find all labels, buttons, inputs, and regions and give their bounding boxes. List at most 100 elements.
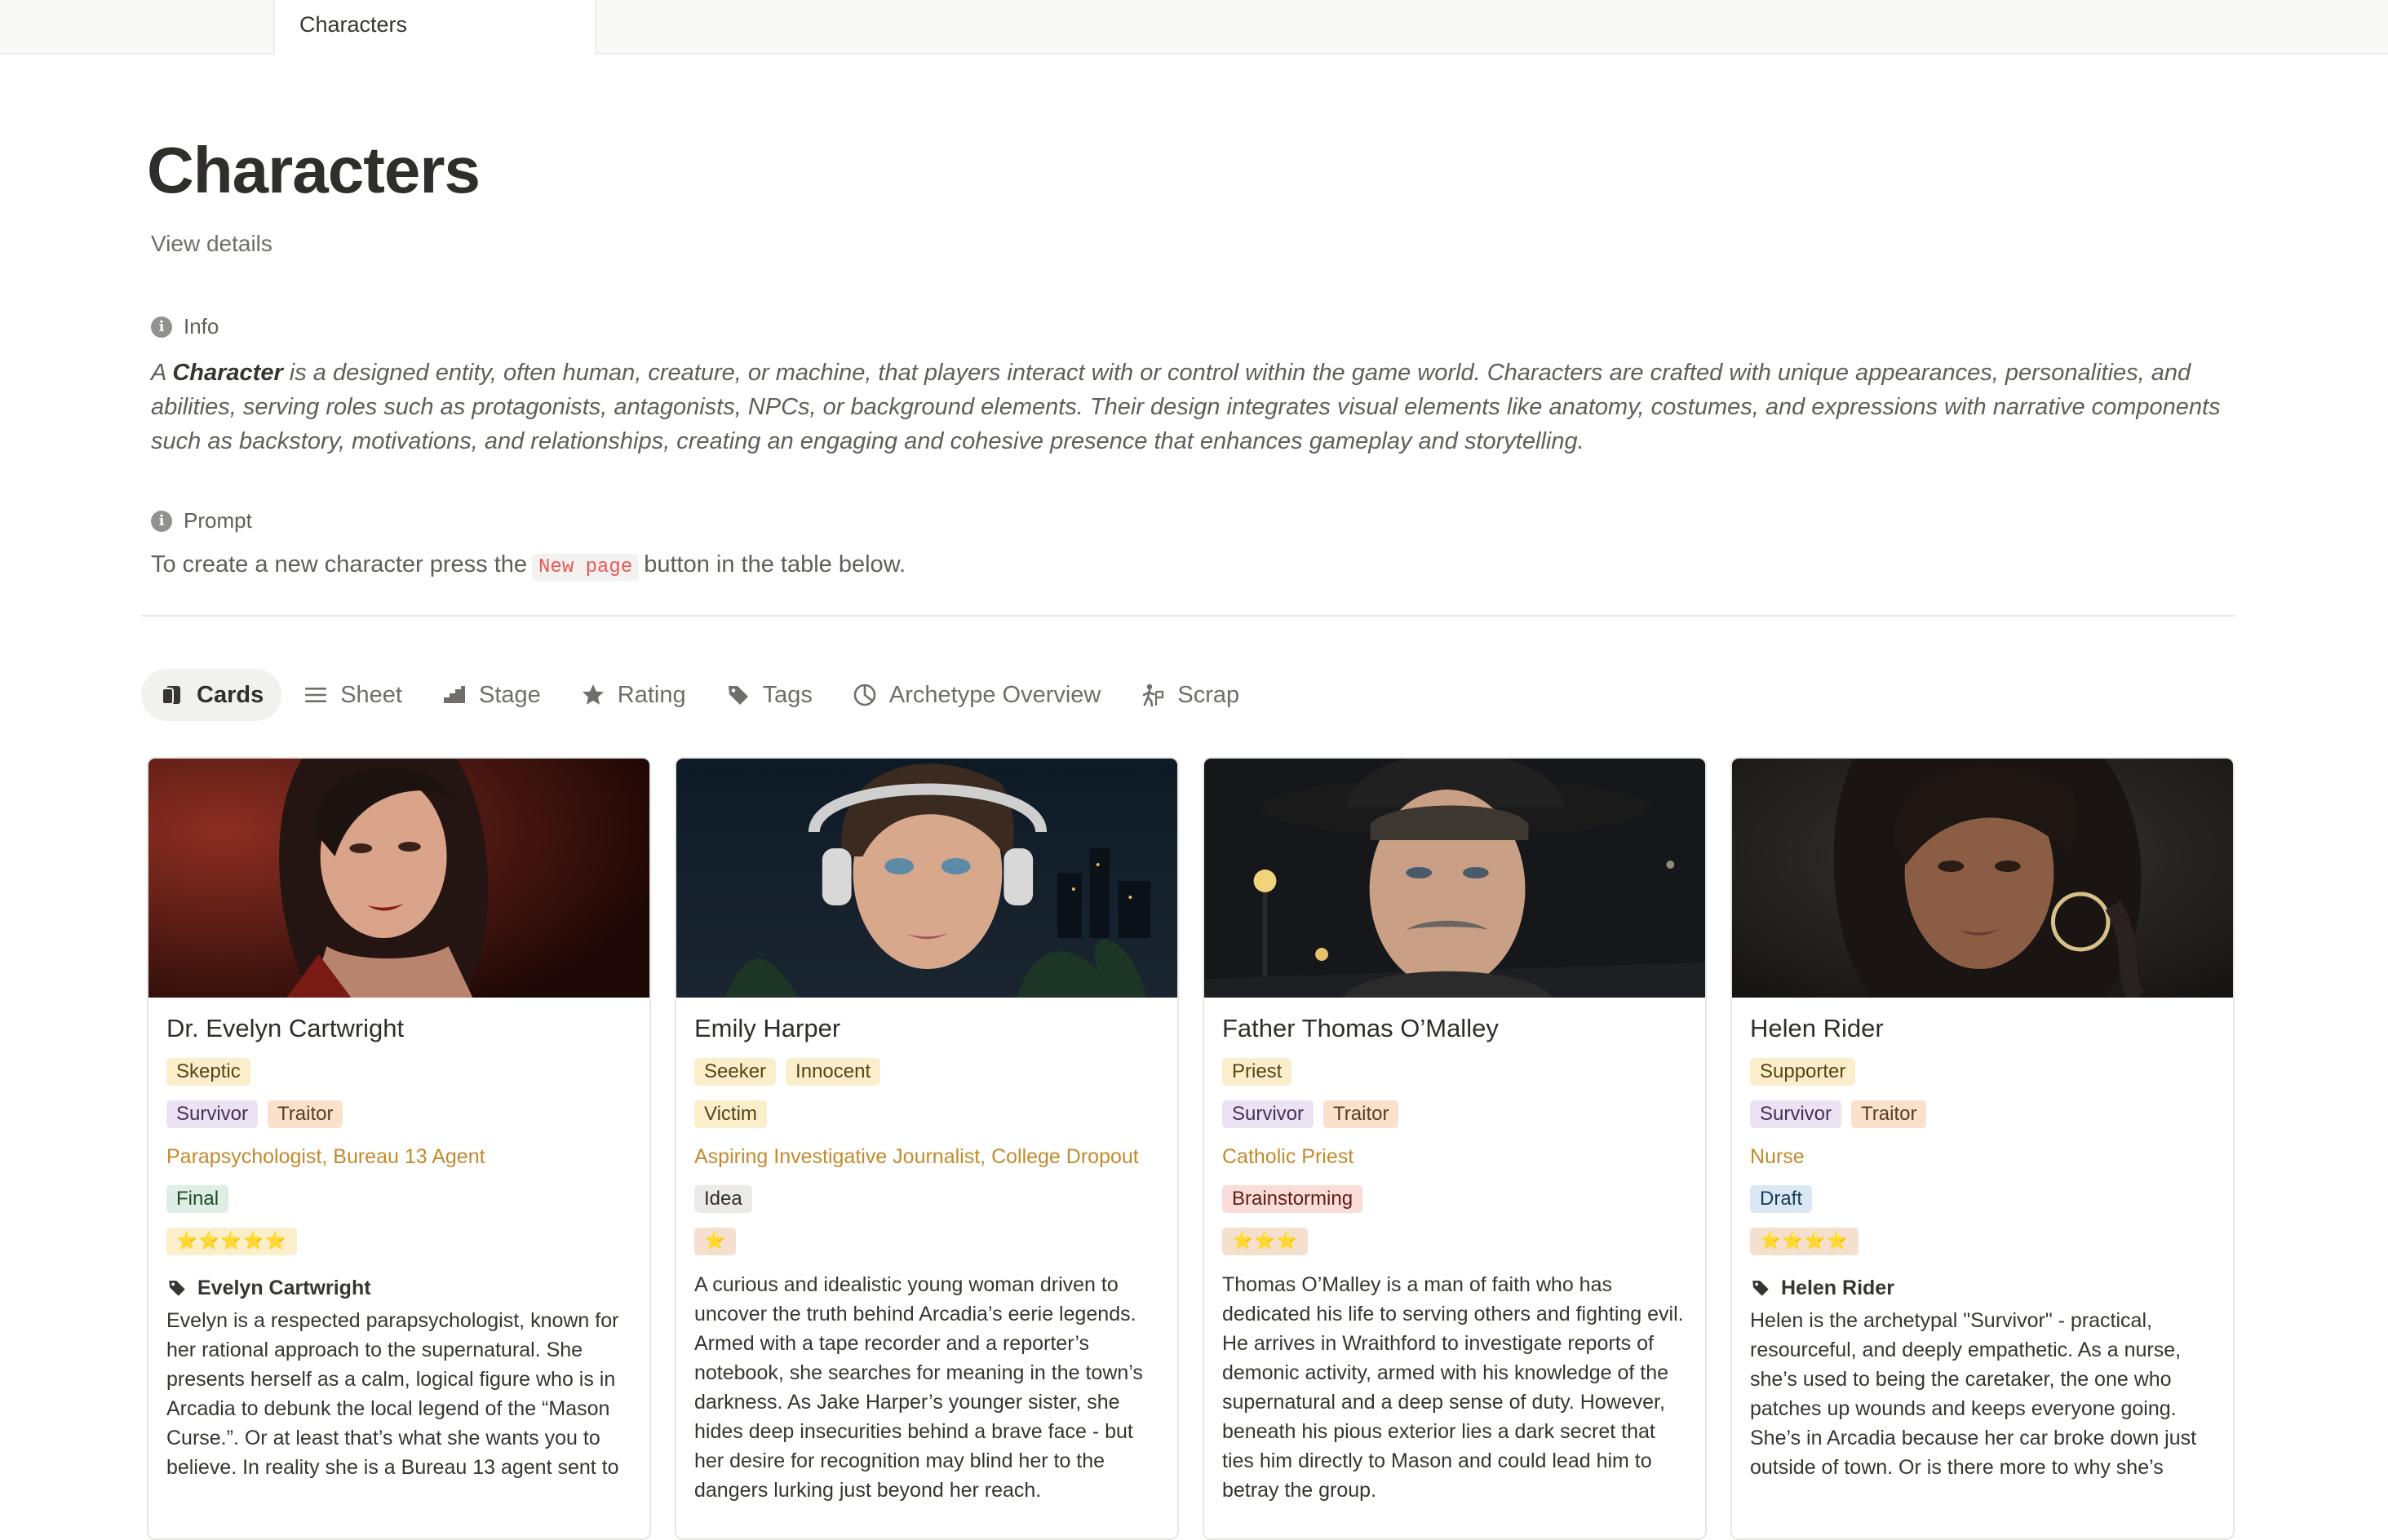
info-description: A Character is a designed entity, often … <box>151 356 2240 458</box>
view-tab-rating[interactable]: Rating <box>562 669 704 721</box>
rating-tag: ⭐⭐⭐ <box>1222 1228 1309 1255</box>
view-tab-label: Cards <box>197 681 264 708</box>
divider <box>141 615 2236 617</box>
status-row: Final <box>166 1185 635 1228</box>
card-title[interactable]: Emily Harper <box>694 1014 1163 1058</box>
role-tag: Survivor <box>1750 1100 1842 1128</box>
archetype-tag: Innocent <box>786 1058 881 1086</box>
archetype-tag: Skeptic <box>166 1058 250 1086</box>
occupation: Nurse <box>1750 1145 1805 1168</box>
prompt-label: i Prompt <box>151 508 252 533</box>
star-icon <box>582 684 604 705</box>
occupation: Parapsychologist, Bureau 13 Agent <box>166 1145 485 1168</box>
figure-icon <box>1143 684 1164 707</box>
view-tabs: Cards Sheet Stage Rating Tags Archetype … <box>141 669 1260 721</box>
view-tab-stage[interactable]: Stage <box>423 669 559 721</box>
info-body: is a designed entity, often human, creat… <box>151 360 2221 454</box>
card-description: Helen is the archetypal "Survivor" - pra… <box>1750 1309 2197 1479</box>
rating-tag: ⭐⭐⭐⭐ <box>1750 1228 1859 1255</box>
archetype-tag: Supporter <box>1750 1058 1856 1086</box>
rating-tag: ⭐⭐⭐⭐⭐ <box>166 1228 297 1255</box>
archetype-tags: Seeker Innocent <box>694 1058 1163 1100</box>
view-tab-cards[interactable]: Cards <box>141 669 282 721</box>
role-tag: Traitor <box>1323 1100 1399 1128</box>
card-body: Emily Harper Seeker Innocent Victim Aspi… <box>694 1014 1163 1505</box>
role-tags: Victim <box>694 1100 1163 1143</box>
info-term: Character <box>172 360 283 386</box>
character-card[interactable]: Dr. Evelyn Cartwright Skeptic Survivor T… <box>147 757 651 1540</box>
rating-row: ⭐ <box>694 1228 1163 1270</box>
relation-label: Evelyn Cartwright <box>197 1276 371 1299</box>
role-tag: Traitor <box>268 1100 343 1128</box>
card-gallery: Dr. Evelyn Cartwright Skeptic Survivor T… <box>147 757 2235 1540</box>
role-tag: Survivor <box>166 1100 259 1128</box>
cards-icon <box>162 686 180 705</box>
prompt-before: To create a new character press the <box>151 551 528 578</box>
view-details-link[interactable]: View details <box>151 231 272 257</box>
view-tab-scrap[interactable]: Scrap <box>1122 669 1257 721</box>
status-row: Brainstorming <box>1222 1185 1690 1228</box>
page-title: Characters <box>147 134 481 206</box>
cover-image <box>676 759 1177 998</box>
pie-chart-icon <box>853 684 876 706</box>
list-icon <box>305 688 327 702</box>
view-tab-label: Stage <box>479 681 541 708</box>
info-icon: i <box>151 510 172 532</box>
info-icon: i <box>151 316 172 338</box>
rating-row: ⭐⭐⭐⭐⭐ <box>166 1228 635 1270</box>
cover-image <box>148 759 649 998</box>
relation-label: Helen Rider <box>1781 1276 1894 1299</box>
prompt-text: To create a new character press the New p… <box>151 551 906 581</box>
rating-tag: ⭐ <box>694 1228 737 1255</box>
view-tab-archetype-overview[interactable]: Archetype Overview <box>834 669 1119 721</box>
card-description: Evelyn is a respected parapsychologist, … <box>166 1309 619 1479</box>
occupation: Catholic Priest <box>1222 1145 1354 1168</box>
role-tags: Survivor Traitor <box>1750 1100 2218 1143</box>
tag-icon <box>1752 1281 1769 1296</box>
archetype-tag: Priest <box>1222 1058 1292 1086</box>
relation-row[interactable]: Helen Rider <box>1750 1270 2218 1306</box>
role-tags: Survivor Traitor <box>1222 1100 1690 1143</box>
status-tag: Draft <box>1750 1185 1813 1213</box>
top-tab-bar: Characters <box>0 0 2388 55</box>
role-tag: Survivor <box>1222 1100 1314 1128</box>
status-tag: Final <box>166 1185 229 1213</box>
info-label: i Info <box>151 314 219 339</box>
view-tab-tags[interactable]: Tags <box>707 669 831 721</box>
view-tab-sheet[interactable]: Sheet <box>285 669 420 721</box>
cover-image <box>1732 759 2233 998</box>
tag-icon <box>169 1281 185 1296</box>
card-title[interactable]: Father Thomas O’Malley <box>1222 1014 1690 1058</box>
status-row: Draft <box>1750 1185 2218 1228</box>
status-tag: Brainstorming <box>1222 1185 1363 1213</box>
status-tag: Idea <box>694 1185 752 1213</box>
tab-label: Characters <box>299 12 408 37</box>
view-tab-label: Sheet <box>340 681 402 708</box>
tag-icon <box>728 686 748 705</box>
character-card[interactable]: Father Thomas O’Malley Priest Survivor T… <box>1203 757 1707 1540</box>
archetype-tag: Seeker <box>694 1058 777 1086</box>
card-title[interactable]: Helen Rider <box>1750 1014 2218 1058</box>
rating-row: ⭐⭐⭐⭐ <box>1750 1228 2218 1270</box>
view-tab-label: Tags <box>762 681 813 708</box>
character-card[interactable]: Helen Rider Supporter Survivor Traitor N… <box>1730 757 2235 1540</box>
character-card[interactable]: Emily Harper Seeker Innocent Victim Aspi… <box>675 757 1179 1540</box>
role-tag: Traitor <box>1851 1100 1927 1128</box>
prompt-label-text: Prompt <box>184 508 252 533</box>
relation-row[interactable]: Evelyn Cartwright <box>166 1270 635 1306</box>
cover-image <box>1204 759 1705 998</box>
status-row: Idea <box>694 1185 1163 1228</box>
card-title[interactable]: Dr. Evelyn Cartwright <box>166 1014 635 1058</box>
view-tab-label: Archetype Overview <box>888 681 1101 708</box>
archetype-tags: Priest <box>1222 1058 1690 1100</box>
occupation: Aspiring Investigative Journalist, Colle… <box>694 1145 1139 1168</box>
info-label-text: Info <box>184 314 219 339</box>
prompt-after: button in the table below. <box>644 551 906 578</box>
card-body: Dr. Evelyn Cartwright Skeptic Survivor T… <box>166 1014 635 1482</box>
view-tab-label: Rating <box>617 681 686 708</box>
tab-characters[interactable]: Characters <box>273 0 596 55</box>
archetype-tags: Supporter <box>1750 1058 2218 1100</box>
archetype-tags: Skeptic <box>166 1058 635 1100</box>
info-lead: A <box>151 360 173 386</box>
new-page-code: New page <box>532 554 640 581</box>
